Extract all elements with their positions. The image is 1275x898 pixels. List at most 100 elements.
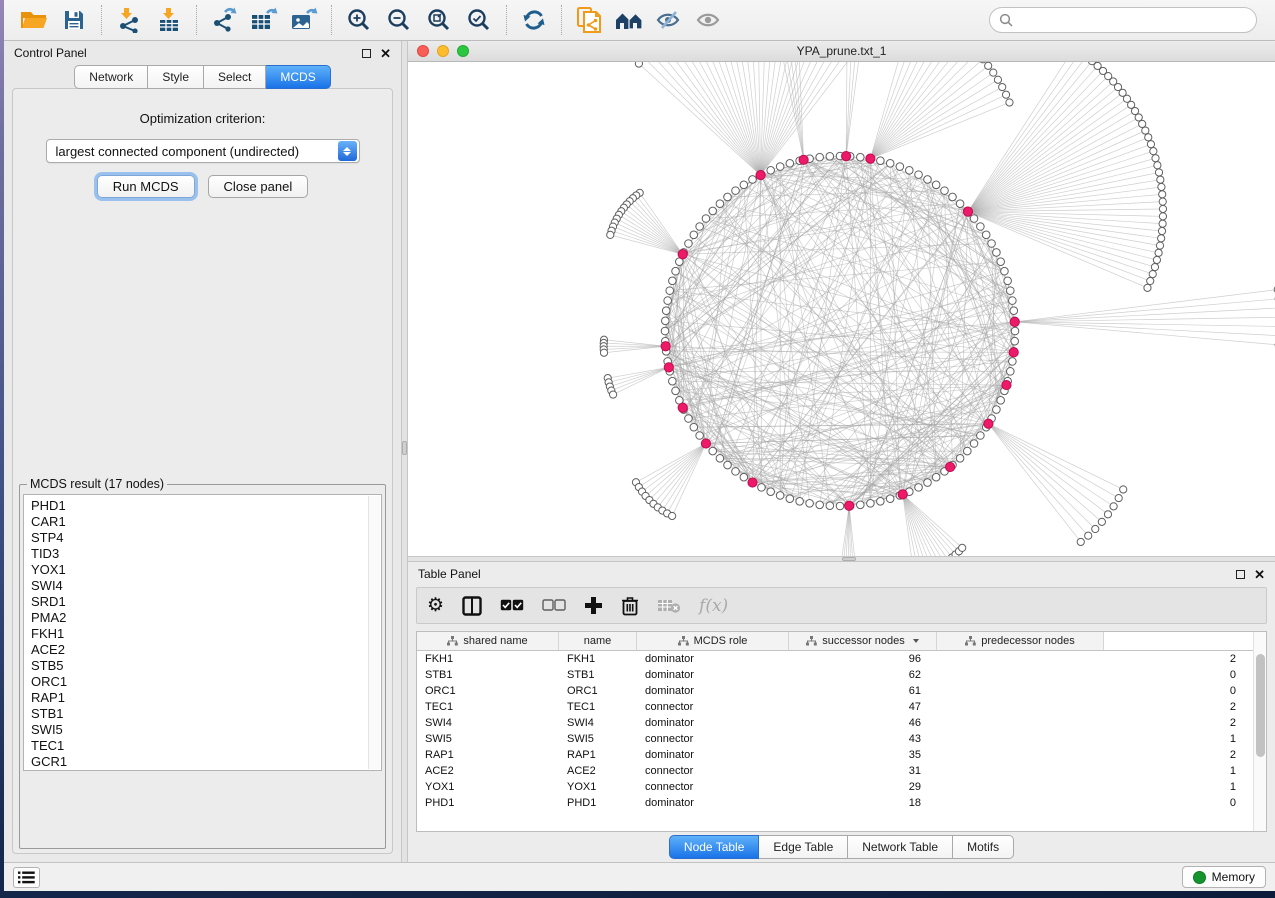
table-row[interactable]: RAP1RAP1dominator352 [417, 747, 1266, 763]
mcds-result-item[interactable]: STB1 [31, 706, 381, 722]
column-header-shared-name[interactable]: shared name [417, 632, 559, 650]
hide-selected-icon[interactable] [652, 4, 686, 36]
search-field[interactable] [989, 7, 1257, 33]
mcds-result-item[interactable]: ORC1 [31, 674, 381, 690]
cell-shared-name: STB1 [417, 669, 559, 681]
close-panel-button[interactable]: Close panel [208, 175, 309, 198]
mcds-result-item[interactable]: ACE2 [31, 642, 381, 658]
table-row[interactable]: PHD1PHD1dominator180 [417, 795, 1266, 811]
mcds-result-list[interactable]: PHD1CAR1STP4TID3YOX1SWI4SRD1PMA2FKH1ACE2… [23, 494, 382, 771]
table-row[interactable]: SWI5SWI5connector431 [417, 731, 1266, 747]
table-row[interactable]: ORC1ORC1dominator610 [417, 683, 1266, 699]
cell-predecessor-nodes: 2 [937, 653, 1266, 665]
task-history-button[interactable] [13, 867, 40, 888]
search-icon [999, 13, 1013, 27]
refresh-icon[interactable] [517, 4, 551, 36]
mcds-result-item[interactable]: STP4 [31, 530, 381, 546]
mcds-result-item[interactable]: TEC1 [31, 738, 381, 754]
mcds-result-item[interactable]: SWI5 [31, 722, 381, 738]
memory-button[interactable]: Memory [1182, 866, 1266, 888]
close-panel-icon[interactable]: ✕ [1254, 570, 1265, 579]
tab-mcds[interactable]: MCDS [266, 65, 330, 89]
cell-successor-nodes: 29 [789, 781, 937, 793]
table-row[interactable]: SWI4SWI4dominator462 [417, 715, 1266, 731]
first-neighbors-icon[interactable] [612, 4, 646, 36]
function-builder-icon[interactable]: f(x) [699, 596, 728, 616]
cell-shared-name: ACE2 [417, 765, 559, 777]
split-panel-icon[interactable] [462, 596, 482, 616]
column-header-predecessor-nodes[interactable]: predecessor nodes [937, 632, 1104, 650]
node-table[interactable]: shared namenameMCDS rolesuccessor nodesp… [416, 631, 1267, 832]
table-tab-network-table[interactable]: Network Table [848, 835, 953, 859]
zoom-in-icon[interactable] [342, 4, 376, 36]
network-graph[interactable] [408, 62, 1275, 556]
table-row[interactable]: YOX1YOX1connector291 [417, 779, 1266, 795]
cell-shared-name: RAP1 [417, 749, 559, 761]
zoom-fit-icon[interactable] [422, 4, 456, 36]
network-window-titlebar[interactable]: YPA_prune.txt_1 [408, 41, 1275, 62]
mcds-result-item[interactable]: YOX1 [31, 562, 381, 578]
import-table-icon[interactable] [152, 4, 186, 36]
mcds-result-item[interactable]: TID3 [31, 546, 381, 562]
show-all-icon[interactable] [692, 4, 726, 36]
network-canvas[interactable] [408, 62, 1275, 556]
list-scrollbar[interactable] [368, 496, 380, 769]
mcds-result-item[interactable]: PMA2 [31, 610, 381, 626]
table-row[interactable]: ACE2ACE2connector311 [417, 763, 1266, 779]
cell-successor-nodes: 62 [789, 669, 937, 681]
mcds-result-item[interactable]: STB5 [31, 658, 381, 674]
column-header-name[interactable]: name [559, 632, 637, 650]
table-scrollbar[interactable] [1253, 632, 1266, 831]
table-options-icon[interactable]: ⚙ [427, 596, 444, 615]
table-tab-edge-table[interactable]: Edge Table [759, 835, 848, 859]
tab-network[interactable]: Network [74, 65, 148, 89]
cell-successor-nodes: 43 [789, 733, 937, 745]
zoom-out-icon[interactable] [382, 4, 416, 36]
criterion-select[interactable]: largest connected component (undirected) [46, 139, 360, 163]
export-table-icon[interactable] [247, 4, 281, 36]
criterion-selected-value: largest connected component (undirected) [47, 144, 338, 159]
search-input[interactable] [1019, 13, 1247, 27]
run-mcds-button[interactable]: Run MCDS [97, 175, 195, 198]
close-panel-icon[interactable]: ✕ [380, 49, 391, 58]
mcds-result-item[interactable]: FKH1 [31, 626, 381, 642]
mcds-result-item[interactable]: SWI4 [31, 578, 381, 594]
mcds-result-item[interactable]: CAR1 [31, 514, 381, 530]
column-header-successor-nodes[interactable]: successor nodes [789, 632, 937, 650]
column-header-MCDS-role[interactable]: MCDS role [637, 632, 789, 650]
vertical-splitter[interactable] [401, 41, 408, 862]
mcds-result-item[interactable]: PHD1 [31, 498, 381, 514]
import-network-icon[interactable] [112, 4, 146, 36]
delete-table-icon[interactable] [657, 598, 681, 614]
table-row[interactable]: FKH1FKH1dominator962 [417, 651, 1266, 667]
select-all-icon[interactable] [500, 599, 524, 612]
add-column-icon[interactable] [584, 596, 603, 615]
splitter-handle[interactable] [402, 441, 407, 455]
export-network-icon[interactable] [207, 4, 241, 36]
zoom-selected-icon[interactable] [462, 4, 496, 36]
table-row[interactable]: TEC1TEC1connector472 [417, 699, 1266, 715]
mcds-result-item[interactable]: RAP1 [31, 690, 381, 706]
delete-columns-icon[interactable] [621, 596, 639, 616]
table-tab-node-table[interactable]: Node Table [669, 835, 760, 859]
export-image-icon[interactable] [287, 4, 321, 36]
scrollbar-thumb[interactable] [1256, 654, 1265, 757]
copy-current-style-icon[interactable] [572, 4, 606, 36]
table-tab-motifs[interactable]: Motifs [953, 835, 1014, 859]
table-row[interactable]: STB1STB1dominator620 [417, 667, 1266, 683]
mcds-result-item[interactable]: SRD1 [31, 594, 381, 610]
save-session-icon[interactable] [57, 4, 91, 36]
deselect-all-icon[interactable] [542, 599, 566, 612]
tab-style[interactable]: Style [148, 65, 204, 89]
float-panel-icon[interactable] [1236, 570, 1245, 579]
cell-predecessor-nodes: 1 [937, 781, 1266, 793]
cell-mcds-role: dominator [637, 653, 789, 665]
tab-select[interactable]: Select [204, 65, 266, 89]
open-session-icon[interactable] [17, 4, 51, 36]
float-panel-icon[interactable] [362, 49, 371, 58]
cell-predecessor-nodes: 2 [937, 749, 1266, 761]
horizontal-splitter[interactable] [408, 556, 1275, 562]
mcds-result-item[interactable]: GCR1 [31, 754, 381, 770]
splitter-handle[interactable] [842, 557, 856, 561]
cell-name: RAP1 [559, 749, 637, 761]
